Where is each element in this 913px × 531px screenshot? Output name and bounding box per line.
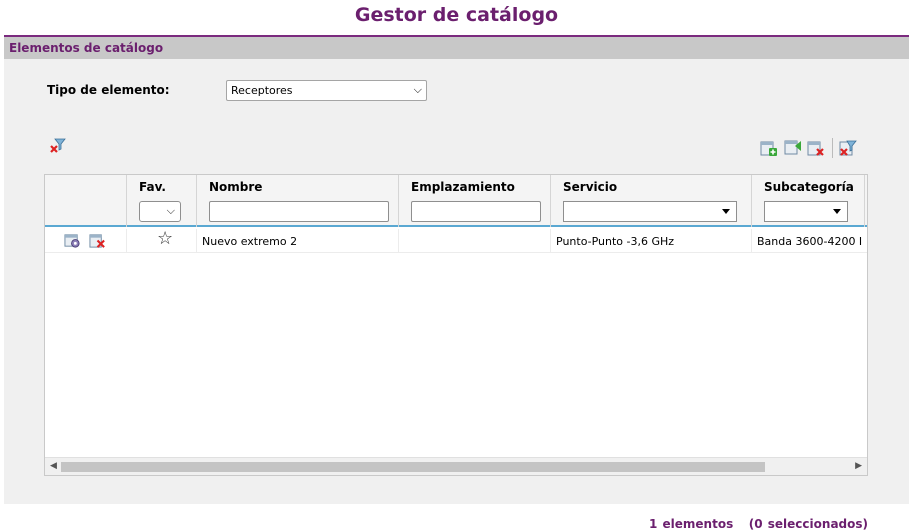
catalog-panel: Elementos de catálogo Tipo de elemento: … bbox=[4, 35, 909, 531]
element-type-select[interactable]: Receptores ⌵ bbox=[226, 80, 427, 101]
column-header-nombre: Nombre bbox=[209, 180, 263, 194]
scroll-right-icon[interactable]: ▶ bbox=[855, 461, 862, 471]
servicio-filter-select[interactable] bbox=[563, 201, 737, 222]
add-item-icon[interactable] bbox=[760, 139, 778, 157]
import-item-icon[interactable] bbox=[784, 138, 802, 156]
fav-filter-select[interactable]: ⌵ bbox=[139, 201, 181, 222]
column-subcategoria[interactable]: Subcategoría bbox=[752, 175, 865, 227]
chevron-down-icon: ⌵ bbox=[166, 204, 175, 217]
element-count: 1 elementos bbox=[648, 517, 734, 531]
emplazamiento-filter-input[interactable] bbox=[411, 201, 541, 222]
column-header-servicio: Servicio bbox=[563, 180, 618, 194]
clear-filter-icon[interactable] bbox=[839, 139, 857, 157]
table-row[interactable]: ☆ Nuevo extremo 2 Punto-Punto -3,6 GHz B… bbox=[45, 229, 867, 253]
star-outline-icon[interactable]: ☆ bbox=[157, 230, 173, 248]
subcategoria-filter-select[interactable] bbox=[764, 201, 848, 222]
selection-count: 1 elementos (0 seleccionados) bbox=[649, 517, 868, 531]
edit-icon[interactable] bbox=[64, 232, 81, 249]
table-header: Fav. ⌵ Nombre Emplazamiento Servicio Sub… bbox=[45, 175, 867, 227]
column-header-subcategoria: Subcategoría bbox=[764, 180, 854, 194]
toolbar-separator bbox=[832, 138, 833, 158]
caret-down-icon bbox=[833, 209, 841, 214]
column-actions bbox=[45, 175, 127, 227]
element-type-value: Receptores bbox=[231, 84, 293, 97]
column-servicio[interactable]: Servicio bbox=[551, 175, 752, 227]
row-nombre: Nuevo extremo 2 bbox=[197, 229, 399, 253]
column-fav[interactable]: Fav. ⌵ bbox=[127, 175, 197, 227]
scrollbar-thumb[interactable] bbox=[61, 462, 765, 472]
element-type-label: Tipo de elemento: bbox=[47, 83, 170, 97]
column-header-emplazamiento: Emplazamiento bbox=[411, 180, 515, 194]
row-emplazamiento bbox=[399, 229, 551, 253]
scroll-left-icon[interactable]: ◀ bbox=[50, 461, 57, 471]
funnel-clear-icon[interactable] bbox=[49, 137, 67, 155]
row-fav[interactable]: ☆ bbox=[127, 229, 197, 253]
column-nombre[interactable]: Nombre bbox=[197, 175, 399, 227]
nombre-filter-input[interactable] bbox=[209, 201, 389, 222]
panel-header: Elementos de catálogo bbox=[4, 35, 909, 59]
delete-items-icon[interactable] bbox=[807, 139, 825, 157]
row-actions bbox=[45, 229, 127, 253]
selected-count: (0 seleccionados) bbox=[748, 517, 868, 531]
row-servicio: Punto-Punto -3,6 GHz bbox=[551, 229, 752, 253]
column-header-fav: Fav. bbox=[139, 180, 166, 194]
catalog-table: Fav. ⌵ Nombre Emplazamiento Servicio Sub… bbox=[44, 174, 868, 476]
delete-icon[interactable] bbox=[89, 232, 106, 249]
page-title: Gestor de catálogo bbox=[354, 4, 559, 26]
column-emplazamiento[interactable]: Emplazamiento bbox=[399, 175, 551, 227]
caret-down-icon bbox=[722, 209, 730, 214]
chevron-down-icon: ⌵ bbox=[413, 83, 422, 96]
row-subcategoria: Banda 3600-4200 I bbox=[757, 235, 863, 248]
horizontal-scrollbar[interactable]: ◀ ▶ bbox=[45, 457, 867, 475]
